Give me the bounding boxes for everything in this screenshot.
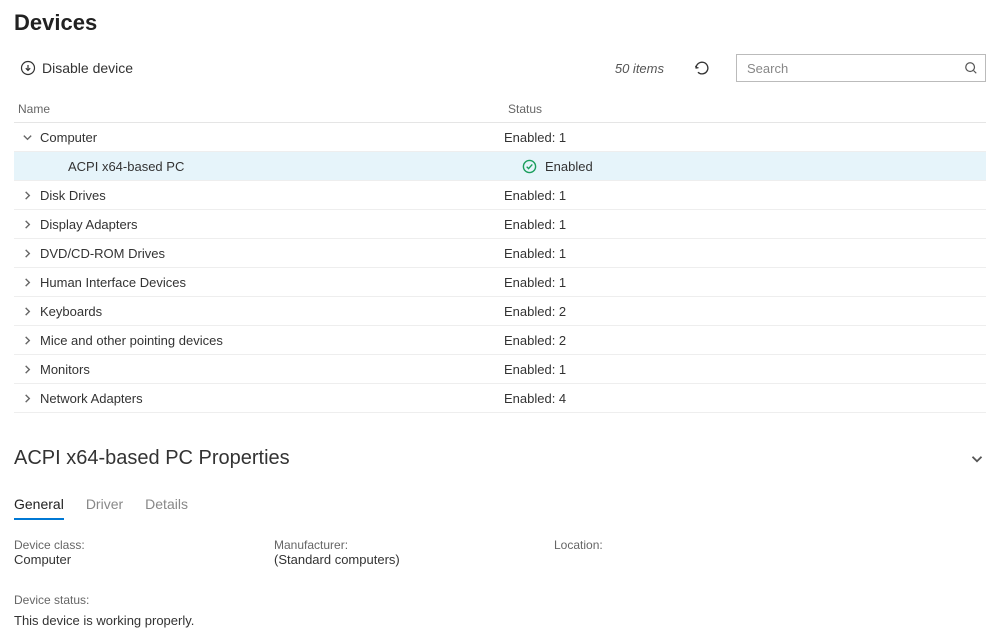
device-status-text: Enabled xyxy=(545,159,593,174)
tab-driver[interactable]: Driver xyxy=(86,496,123,520)
properties-pane: ACPI x64-based PC Properties General Driv… xyxy=(14,447,986,628)
device-group-row[interactable]: Disk DrivesEnabled: 1 xyxy=(14,181,986,210)
device-row[interactable]: ACPI x64-based PC Enabled xyxy=(14,152,986,181)
properties-tabs: General Driver Details xyxy=(14,496,986,520)
device-group-name: Display Adapters xyxy=(40,217,504,232)
properties-title: ACPI x64-based PC Properties xyxy=(14,447,290,470)
device-group-status: Enabled: 1 xyxy=(504,188,986,203)
device-group-row[interactable]: Human Interface DevicesEnabled: 1 xyxy=(14,268,986,297)
column-header-name[interactable]: Name xyxy=(18,102,508,116)
device-status-label: Device status: xyxy=(14,593,986,607)
device-group-row[interactable]: KeyboardsEnabled: 2 xyxy=(14,297,986,326)
device-group-name: Disk Drives xyxy=(40,188,504,203)
chevron-right-icon xyxy=(14,335,40,346)
chevron-right-icon xyxy=(14,393,40,404)
chevron-right-icon xyxy=(14,277,40,288)
chevron-down-icon xyxy=(14,132,40,143)
disable-device-button[interactable]: Disable device xyxy=(14,56,139,80)
properties-grid: Device class: Computer Manufacturer: (St… xyxy=(14,538,986,567)
chevron-right-icon xyxy=(14,306,40,317)
chevron-right-icon xyxy=(14,190,40,201)
properties-header: ACPI x64-based PC Properties xyxy=(14,447,986,470)
device-group-status: Enabled: 1 xyxy=(504,362,986,377)
device-group-status: Enabled: 1 xyxy=(504,130,986,145)
arrow-down-circle-icon xyxy=(20,60,36,76)
chevron-right-icon xyxy=(14,219,40,230)
location-label: Location: xyxy=(554,538,986,552)
device-group-name: DVD/CD-ROM Drives xyxy=(40,246,504,261)
chevron-right-icon xyxy=(14,248,40,259)
column-headers: Name Status xyxy=(14,96,986,123)
device-group-status: Enabled: 1 xyxy=(504,217,986,232)
refresh-icon xyxy=(693,59,711,77)
page-title: Devices xyxy=(14,10,986,36)
device-status-block: Device status: This device is working pr… xyxy=(14,593,986,628)
device-group-name: Computer xyxy=(40,130,504,145)
device-group-status: Enabled: 2 xyxy=(504,304,986,319)
device-list: ComputerEnabled: 1ACPI x64-based PCEnabl… xyxy=(14,123,986,413)
device-group-name: Mice and other pointing devices xyxy=(40,333,504,348)
chevron-down-icon[interactable] xyxy=(968,450,986,468)
device-group-row[interactable]: MonitorsEnabled: 1 xyxy=(14,355,986,384)
device-class-value: Computer xyxy=(14,552,274,567)
device-group-name: Monitors xyxy=(40,362,504,377)
chevron-right-icon xyxy=(14,364,40,375)
column-header-status[interactable]: Status xyxy=(508,102,982,116)
tab-general[interactable]: General xyxy=(14,496,64,520)
tab-details[interactable]: Details xyxy=(145,496,188,520)
manufacturer-value: (Standard computers) xyxy=(274,552,554,567)
device-name: ACPI x64-based PC xyxy=(68,159,522,174)
device-group-row[interactable]: Display AdaptersEnabled: 1 xyxy=(14,210,986,239)
device-status: Enabled xyxy=(522,159,986,174)
disable-device-label: Disable device xyxy=(42,60,133,76)
device-group-status: Enabled: 1 xyxy=(504,246,986,261)
manufacturer-label: Manufacturer: xyxy=(274,538,554,552)
search-icon xyxy=(964,61,978,75)
check-circle-icon xyxy=(522,159,537,174)
device-group-name: Network Adapters xyxy=(40,391,504,406)
refresh-button[interactable] xyxy=(690,56,714,80)
search-field xyxy=(736,54,986,82)
devices-page: Devices Disable device 50 items xyxy=(0,0,1000,628)
device-group-row[interactable]: ComputerEnabled: 1 xyxy=(14,123,986,152)
device-group-row[interactable]: Mice and other pointing devicesEnabled: … xyxy=(14,326,986,355)
items-count: 50 items xyxy=(615,61,664,76)
search-input[interactable] xyxy=(736,54,986,82)
device-group-name: Keyboards xyxy=(40,304,504,319)
device-group-name: Human Interface Devices xyxy=(40,275,504,290)
device-group-row[interactable]: Network AdaptersEnabled: 4 xyxy=(14,384,986,413)
device-class-label: Device class: xyxy=(14,538,274,552)
device-group-status: Enabled: 2 xyxy=(504,333,986,348)
device-group-status: Enabled: 1 xyxy=(504,275,986,290)
toolbar: Disable device 50 items xyxy=(14,54,986,82)
device-group-status: Enabled: 4 xyxy=(504,391,986,406)
device-group-row[interactable]: DVD/CD-ROM DrivesEnabled: 1 xyxy=(14,239,986,268)
